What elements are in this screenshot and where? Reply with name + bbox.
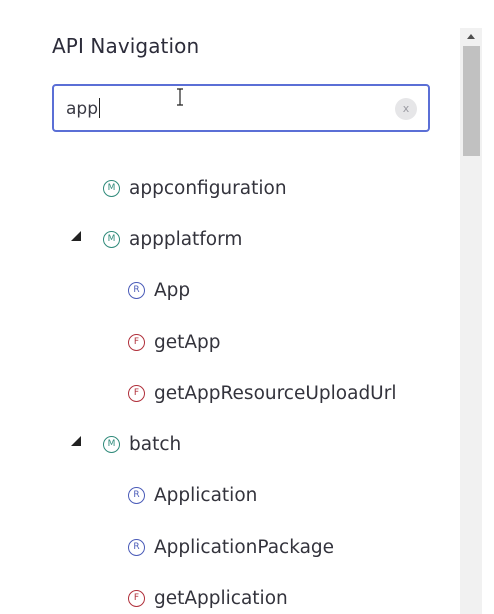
panel-title: API Navigation [52, 34, 200, 58]
tree-item-app[interactable]: R App [128, 264, 190, 316]
tree-item-applicationpackage[interactable]: R ApplicationPackage [128, 521, 334, 573]
function-icon: F [128, 589, 145, 607]
tree-item-label: getApplication [154, 587, 288, 609]
module-icon: M [103, 435, 120, 453]
tree-item-appplatform[interactable]: M appplatform [103, 213, 242, 265]
scrollbar-thumb[interactable] [463, 46, 480, 156]
module-icon: M [103, 230, 120, 248]
expand-toggle-icon[interactable] [71, 231, 81, 241]
text-cursor-icon [177, 88, 183, 106]
vertical-scrollbar[interactable] [460, 28, 482, 614]
search-input-value[interactable]: app [66, 98, 100, 119]
module-icon: M [103, 179, 120, 197]
resource-icon: R [128, 281, 145, 299]
clear-search-button[interactable]: x [395, 98, 417, 120]
tree-item-getapp[interactable]: F getApp [128, 316, 221, 368]
function-icon: F [128, 333, 145, 351]
api-navigation-panel: API Navigation app x M appconfiguration … [0, 0, 494, 614]
tree-item-batch[interactable]: M batch [103, 418, 181, 470]
tree-item-label: getAppResourceUploadUrl [154, 382, 397, 404]
tree-item-label: batch [129, 433, 182, 455]
scroll-up-arrow-icon[interactable] [467, 34, 475, 39]
tree-item-label: App [154, 279, 191, 301]
tree-item-label: getApp [154, 331, 221, 353]
tree-item-label: ApplicationPackage [154, 536, 335, 558]
tree-item-appconfiguration[interactable]: M appconfiguration [103, 162, 287, 214]
text-caret [99, 98, 100, 118]
tree-item-label: appconfiguration [129, 177, 287, 199]
resource-icon: R [128, 486, 145, 504]
resource-icon: R [128, 538, 145, 556]
expand-toggle-icon[interactable] [71, 436, 81, 446]
tree-item-getappresourceuploadurl[interactable]: F getAppResourceUploadUrl [128, 367, 396, 419]
tree-item-application[interactable]: R Application [128, 469, 257, 521]
tree-item-label: appplatform [129, 228, 243, 250]
tree-item-getapplication[interactable]: F getApplication [128, 572, 288, 614]
search-input[interactable]: app x [52, 84, 430, 132]
tree-item-label: Application [154, 484, 258, 506]
function-icon: F [128, 384, 145, 402]
